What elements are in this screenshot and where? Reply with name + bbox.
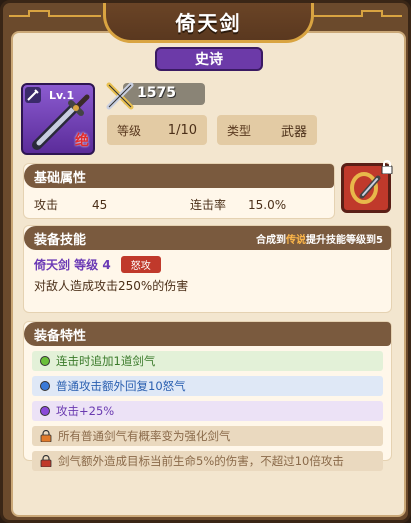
skill-description: 对敌人造成攻击250%的伤害 <box>34 279 189 293</box>
purple-dot-icon <box>40 406 50 416</box>
crit-key: 连击率 <box>190 198 227 212</box>
traits-header: 装备特性 <box>24 322 391 346</box>
base-attributes-title: 基础属性 <box>34 170 87 186</box>
crit-value: 15.0% <box>248 197 287 212</box>
skill-tag: 怒攻 <box>120 256 161 273</box>
base-attributes-header: 基础属性 <box>24 164 334 188</box>
lock-icon <box>381 160 393 174</box>
item-title: 倚天剑 <box>175 11 242 35</box>
type-value: 武器 <box>280 124 307 140</box>
level-value: 1/10 <box>167 122 197 138</box>
trait-text: 剑气额外造成目标当前生命5%的伤害，不超过10倍攻击 <box>58 454 344 468</box>
hint-highlight: 传说 <box>286 234 307 246</box>
trait-text: 攻击+25% <box>56 404 115 418</box>
trait-text: 普通攻击额外回复10怒气 <box>56 379 186 393</box>
attack-value: 45 <box>92 197 108 212</box>
grade-badge: 绝 <box>75 133 89 149</box>
type-key: 类型 <box>227 123 252 138</box>
red-lock-icon <box>40 455 52 467</box>
trait-item-locked: 剑气额外造成目标当前生命5%的伤害，不超过10倍攻击 <box>32 451 383 471</box>
trait-item-locked: 所有普通剑气有概率变为强化剑气 <box>32 426 383 446</box>
corner-ornament-left <box>9 10 101 17</box>
traits-section: 装备特性 连击时追加1道剑气 普通攻击额外回复10怒气 攻击+25% 所有普通剑… <box>23 321 392 471</box>
rarity-badge: 史诗 <box>155 47 263 71</box>
skill-header: 装备技能 合成到传说提升技能等级到5 <box>24 226 391 250</box>
hint-prefix: 合成到 <box>256 234 287 246</box>
trait-text: 连击时追加1道剑气 <box>56 354 156 368</box>
hint-suffix: 提升技能等级到5 <box>306 234 383 246</box>
crossed-swords-icon <box>106 82 134 110</box>
skill-name: 倚天剑 等级 4 <box>34 258 111 272</box>
attack-key: 攻击 <box>34 198 59 212</box>
skill-upgrade-hint: 合成到传说提升技能等级到5 <box>256 231 391 246</box>
gem-slot[interactable] <box>341 160 393 213</box>
corner-ornament-right <box>310 10 402 17</box>
level-key: 等级 <box>117 123 142 138</box>
item-icon-card[interactable]: Lv.1 绝 <box>21 83 95 155</box>
item-detail-window: 倚天剑 史诗 Lv.1 绝 1575 等级 1/10 类型 武器 基础属性 攻击… <box>0 0 411 523</box>
rarity-label: 史诗 <box>195 52 223 68</box>
blue-dot-icon <box>40 381 50 391</box>
skill-section: 装备技能 合成到传说提升技能等级到5 倚天剑 等级 4 怒攻 对敌人造成攻击25… <box>23 225 392 313</box>
type-box: 类型 武器 <box>217 115 317 145</box>
base-attributes-section: 基础属性 攻击 45 连击率 15.0% <box>23 163 335 219</box>
level-box: 等级 1/10 <box>107 115 207 145</box>
trait-text: 所有普通剑气有概率变为强化剑气 <box>58 429 231 443</box>
traits-title: 装备特性 <box>34 328 87 344</box>
orange-lock-icon <box>40 430 52 442</box>
green-dot-icon <box>40 356 50 366</box>
trait-item: 攻击+25% <box>32 401 383 421</box>
trait-item: 连击时追加1道剑气 <box>32 351 383 371</box>
skill-name-line: 倚天剑 等级 4 怒攻 <box>24 250 391 273</box>
skill-title: 装备技能 <box>34 232 87 248</box>
title-plate: 倚天剑 <box>103 3 314 43</box>
power-value: 1575 <box>137 85 176 101</box>
base-attributes-row: 攻击 45 连击率 15.0% <box>24 188 334 221</box>
trait-item: 普通攻击额外回复10怒气 <box>32 376 383 396</box>
